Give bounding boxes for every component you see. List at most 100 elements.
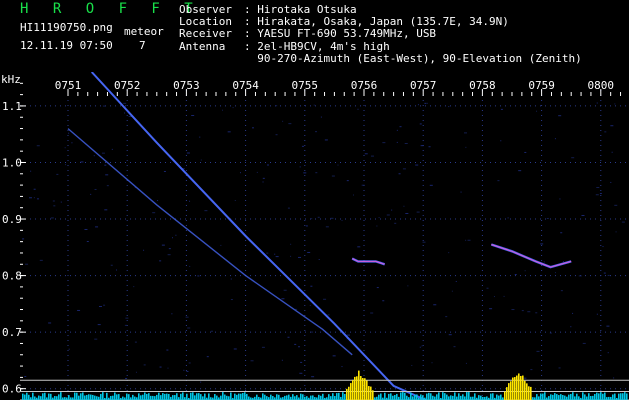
noise-speck	[603, 272, 606, 274]
spectrum-bar	[514, 377, 516, 400]
noise-speck	[571, 157, 575, 159]
noise-speck	[135, 371, 137, 373]
noise-speck	[352, 194, 354, 196]
noise-speck	[266, 164, 269, 166]
noise-speck	[152, 212, 156, 214]
noise-speck	[419, 346, 421, 348]
noise-speck	[299, 166, 301, 168]
spectrum-bar	[40, 396, 42, 400]
noise-speck	[287, 207, 290, 209]
noise-speck	[346, 180, 349, 182]
spectrum-bar	[156, 394, 158, 400]
meteor-label: meteor	[124, 25, 164, 38]
spectrum-bar	[538, 396, 540, 400]
noise-speck	[448, 252, 450, 254]
noise-speck	[50, 217, 54, 219]
spectrum-bar	[94, 395, 96, 400]
noise-speck	[157, 200, 159, 202]
spectrum-bar	[392, 395, 394, 400]
noise-speck	[124, 324, 127, 326]
y-tick-label: 0.7	[2, 326, 22, 339]
brand-logo: H R O F F T	[20, 1, 201, 17]
noise-speck	[613, 377, 615, 379]
info-sep: :	[244, 27, 258, 41]
spectrum-bar	[276, 394, 278, 400]
noise-speck	[325, 226, 329, 228]
spectrum-bar	[270, 394, 272, 400]
noise-speck	[341, 366, 343, 368]
noise-speck	[607, 274, 610, 276]
noise-speck	[311, 376, 315, 378]
spectrum-bar	[34, 396, 36, 400]
spectrum-bar	[278, 394, 280, 400]
spectrum-bar	[236, 394, 238, 400]
noise-speck	[467, 239, 471, 241]
noise-speck	[382, 300, 385, 302]
spectrum-bar	[462, 394, 464, 400]
spectrum-bar	[626, 393, 628, 400]
spectrum-bar	[42, 393, 44, 400]
spectrum-bar	[530, 386, 532, 400]
noise-speck	[546, 217, 549, 219]
spectrum-bar	[38, 395, 40, 400]
noise-speck	[521, 310, 524, 312]
x-tick-label: 0751	[55, 79, 82, 92]
noise-speck	[22, 238, 25, 240]
noise-speck	[275, 105, 278, 107]
noise-speck	[415, 164, 419, 166]
spectrum-bar	[300, 393, 302, 400]
spectrum-bar	[336, 393, 338, 400]
noise-speck	[103, 304, 106, 306]
spectrum-bar	[526, 383, 528, 400]
spectrum-bar	[550, 394, 552, 400]
noise-speck	[230, 278, 232, 280]
spectrum-bar	[568, 394, 570, 400]
noise-speck	[596, 187, 600, 189]
x-tick-label: 0752	[114, 79, 141, 92]
noise-speck	[133, 286, 135, 288]
spectrum-bar	[122, 396, 124, 400]
spectrum-bar	[354, 376, 356, 400]
spectrum-bar	[500, 394, 502, 400]
spectrum-bar	[406, 395, 408, 400]
info-value: 2el-HB9CV, 4m's high	[257, 39, 390, 53]
spectrum-bar	[50, 393, 52, 400]
spectrum-bar	[110, 395, 112, 400]
noise-speck	[311, 218, 313, 220]
spectrum-bar	[194, 395, 196, 400]
spectrum-bar	[552, 394, 554, 400]
noise-speck	[465, 239, 467, 241]
noise-speck	[540, 243, 544, 245]
spectrum-bar	[480, 395, 482, 400]
spectrum-bar	[588, 393, 590, 400]
noise-speck	[33, 197, 35, 199]
spectrum-bar	[394, 394, 396, 400]
noise-speck	[281, 359, 283, 361]
spectrum-bar	[342, 392, 344, 400]
noise-speck	[125, 377, 128, 379]
noise-speck	[93, 155, 95, 157]
noise-speck	[465, 362, 467, 364]
spectrum-bar	[256, 394, 258, 400]
spectrum-bar	[302, 394, 304, 400]
noise-speck	[507, 217, 509, 219]
spectrum-bar	[512, 377, 514, 400]
noise-speck	[560, 232, 563, 234]
noise-speck	[33, 188, 36, 190]
x-tick-label: 0755	[292, 79, 319, 92]
noise-speck	[332, 355, 336, 357]
spectrum-bar	[26, 392, 28, 400]
spectrum-bar	[358, 370, 360, 400]
noise-speck	[503, 295, 505, 297]
spectrum-bar	[102, 392, 104, 400]
noise-speck	[341, 220, 343, 222]
noise-speck	[106, 185, 109, 187]
spectrum-bar	[388, 393, 390, 400]
spectrum-bar	[56, 396, 58, 400]
spectrum-bar	[192, 392, 194, 400]
spectrum-bar	[76, 392, 78, 400]
noise-speck	[426, 102, 428, 104]
spectrum-bar	[594, 394, 596, 400]
noise-speck	[448, 334, 452, 336]
noise-speck	[615, 231, 617, 233]
